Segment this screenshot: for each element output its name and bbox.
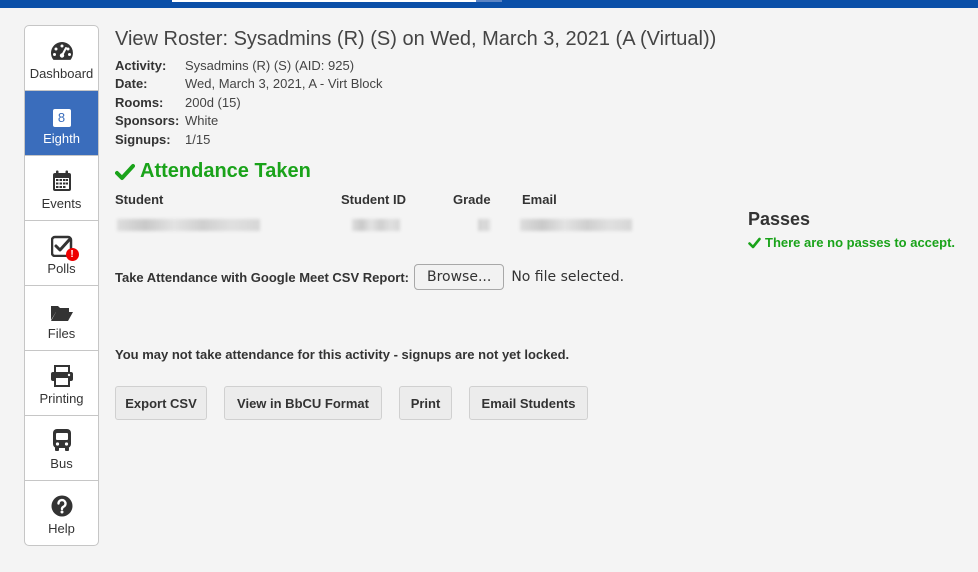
passes-message-text: There are no passes to accept. xyxy=(765,235,956,250)
detail-row-date: Date: Wed, March 3, 2021, A - Virt Block xyxy=(115,75,716,93)
sidebar-item-label: Events xyxy=(41,195,82,211)
sidebar-item-files[interactable]: Files xyxy=(25,286,98,351)
sidebar-item-polls[interactable]: ! Polls xyxy=(25,221,98,286)
sidebar-nav: Dashboard 8 Eighth Events ! Polls Files … xyxy=(24,25,99,546)
question-circle-icon xyxy=(51,495,72,517)
attendance-status-text: Attendance Taken xyxy=(140,160,311,182)
export-csv-button[interactable]: Export CSV xyxy=(115,386,207,420)
redacted-student-name xyxy=(117,219,260,231)
activity-details: Activity: Sysadmins (R) (S) (AID: 925) D… xyxy=(115,57,716,149)
bbcu-format-button[interactable]: View in BbCU Format xyxy=(224,386,382,420)
detail-value: Sysadmins (R) (S) (AID: 925) xyxy=(185,58,355,73)
sidebar-item-label: Files xyxy=(47,325,76,341)
detail-key: Signups: xyxy=(115,131,171,147)
top-navbar xyxy=(0,0,978,8)
sidebar-item-help[interactable]: Help xyxy=(25,481,98,545)
attendance-status: Attendance Taken xyxy=(115,160,311,183)
sidebar-item-label: Bus xyxy=(50,455,73,471)
browse-button[interactable]: Browse... xyxy=(413,264,505,290)
detail-value: 1/15 xyxy=(185,131,211,147)
tachometer-icon xyxy=(50,41,73,60)
passes-heading: Passes xyxy=(748,209,811,229)
sidebar-item-bus[interactable]: Bus xyxy=(25,416,98,481)
calendar-icon xyxy=(52,170,71,191)
detail-row-activity: Activity: Sysadmins (R) (S) (AID: 925) xyxy=(115,57,716,75)
checkmark-icon xyxy=(115,163,135,180)
checkmark-icon xyxy=(748,237,761,248)
detail-key: Rooms: xyxy=(115,94,164,110)
detail-row-signups: Signups: 1/15 xyxy=(115,131,716,149)
detail-row-rooms: Rooms: 200d (15) xyxy=(115,94,716,112)
detail-value: Wed, March 3, 2021, A - Virt Block xyxy=(185,76,383,92)
sidebar-item-dashboard[interactable]: Dashboard xyxy=(25,26,98,91)
search-button-edge[interactable] xyxy=(476,0,502,2)
print-button[interactable]: Print xyxy=(399,386,452,420)
detail-key: Sponsors: xyxy=(115,113,180,129)
eighth-icon: 8 xyxy=(52,108,71,127)
detail-key: Date: xyxy=(115,76,148,92)
detail-key: Activity: xyxy=(115,58,167,73)
column-header-student[interactable]: Student xyxy=(115,192,163,207)
search-bar-edge[interactable] xyxy=(172,0,502,2)
sidebar-item-label: Dashboard xyxy=(29,65,94,81)
printer-icon xyxy=(50,364,73,387)
redacted-student-id xyxy=(352,219,400,231)
lock-warning: You may not take attendance for this act… xyxy=(115,347,570,362)
folder-open-icon xyxy=(50,305,73,321)
email-students-button[interactable]: Email Students xyxy=(469,386,588,420)
sidebar-item-label: Help xyxy=(48,521,75,536)
sidebar-item-label: Printing xyxy=(39,390,84,406)
detail-row-sponsors: Sponsors: White xyxy=(115,112,716,130)
page-title: View Roster: Sysadmins (R) (S) on Wed, M… xyxy=(115,28,717,50)
redacted-email xyxy=(520,219,632,231)
sidebar-item-eighth[interactable]: 8 Eighth xyxy=(25,91,98,156)
roster-header: View Roster: Sysadmins (R) (S) on Wed, M… xyxy=(115,28,716,149)
passes-message: There are no passes to accept. xyxy=(748,235,955,250)
sidebar-item-label: Eighth xyxy=(43,130,80,146)
detail-value: 200d (15) xyxy=(185,94,241,110)
column-header-email[interactable]: Email xyxy=(522,192,557,207)
csv-upload: Take Attendance with Google Meet CSV Rep… xyxy=(115,264,624,290)
sidebar-item-label: Polls xyxy=(47,260,76,276)
column-header-student-id[interactable]: Student ID xyxy=(341,192,406,207)
column-header-grade[interactable]: Grade xyxy=(453,192,491,207)
file-status: No file selected. xyxy=(511,269,625,285)
sidebar-item-events[interactable]: Events xyxy=(25,156,98,221)
alert-badge: ! xyxy=(65,247,79,261)
sidebar-item-printing[interactable]: Printing xyxy=(25,351,98,416)
upload-label: Take Attendance with Google Meet CSV Rep… xyxy=(115,269,409,285)
detail-value: White xyxy=(185,113,219,129)
bus-icon xyxy=(52,428,71,451)
redacted-grade xyxy=(478,219,490,231)
